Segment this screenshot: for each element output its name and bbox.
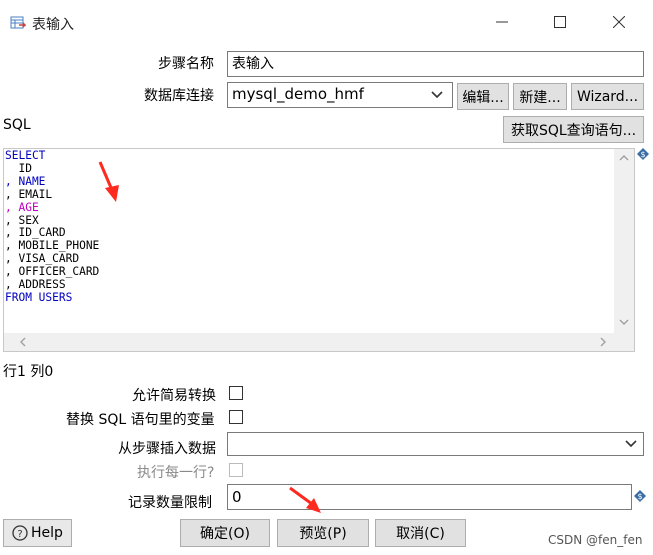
edit-connection-button[interactable]: 编辑... bbox=[457, 83, 509, 110]
sql-line: , ID_CARD bbox=[5, 226, 66, 240]
annotation-arrow-icon bbox=[289, 486, 321, 513]
scroll-right-icon[interactable] bbox=[596, 335, 610, 349]
svg-text:$: $ bbox=[637, 492, 642, 501]
table-input-icon bbox=[10, 16, 26, 29]
maximize-icon bbox=[554, 16, 566, 28]
minimize-icon bbox=[496, 21, 508, 23]
sql-text[interactable]: SELECT ID , NAME , EMAIL , AGE , SEX , I… bbox=[5, 149, 100, 305]
execute-each-row-checkbox[interactable] bbox=[229, 463, 243, 477]
sql-line: SELECT bbox=[5, 149, 46, 162]
close-icon bbox=[613, 16, 625, 28]
sql-line: , ADDRESS bbox=[5, 278, 66, 292]
db-connection-value: mysql_demo_hmf bbox=[232, 85, 364, 103]
close-button[interactable] bbox=[596, 6, 642, 38]
sql-line: , VISA_CARD bbox=[5, 252, 80, 266]
cursor-position: 行1 列0 bbox=[3, 364, 54, 380]
help-button-label: Help bbox=[31, 525, 63, 541]
variable-diamond-icon: $ bbox=[637, 148, 649, 160]
db-connection-label: 数据库连接 bbox=[144, 88, 214, 104]
variable-diamond-icon: $ bbox=[634, 490, 646, 502]
replace-variables-checkbox[interactable] bbox=[229, 410, 243, 424]
scroll-left-icon[interactable] bbox=[16, 335, 30, 349]
wizard-button[interactable]: Wizard... bbox=[571, 83, 644, 110]
step-name-label: 步骤名称 bbox=[158, 56, 214, 72]
chevron-down-icon[interactable] bbox=[431, 89, 443, 101]
sql-line: ID bbox=[5, 161, 32, 175]
sql-line: , OFFICER_CARD bbox=[5, 265, 100, 279]
chevron-down-icon[interactable] bbox=[625, 438, 637, 450]
execute-each-row-label: 执行每一行? bbox=[137, 465, 215, 481]
preview-button[interactable]: 预览(P) bbox=[277, 519, 369, 547]
sql-line: , MOBILE_PHONE bbox=[5, 239, 100, 253]
sql-line: , EMAIL bbox=[5, 187, 53, 201]
lazy-conversion-checkbox[interactable] bbox=[229, 386, 243, 400]
help-icon: ? bbox=[12, 525, 28, 541]
help-button[interactable]: ? Help bbox=[3, 519, 72, 547]
minimize-button[interactable] bbox=[479, 6, 525, 38]
sql-horizontal-scrollbar[interactable] bbox=[4, 333, 634, 351]
replace-variables-label: 替换 SQL 语句里的变量 bbox=[66, 412, 215, 428]
sql-vertical-scrollbar[interactable] bbox=[614, 149, 634, 333]
sql-label: SQL bbox=[3, 117, 31, 133]
sql-line: FROM USERS bbox=[5, 290, 73, 304]
sql-line: , NAME bbox=[5, 174, 46, 188]
get-sql-button[interactable]: 获取SQL查询语句... bbox=[503, 116, 644, 143]
sql-line: , AGE bbox=[5, 200, 39, 214]
svg-text:$: $ bbox=[640, 150, 645, 159]
step-name-input[interactable]: 表输入 bbox=[227, 51, 644, 77]
sql-line: , SEX bbox=[5, 213, 39, 227]
maximize-button[interactable] bbox=[537, 6, 583, 38]
window-title: 表输入 bbox=[32, 17, 74, 33]
svg-text:?: ? bbox=[17, 529, 22, 540]
watermark: CSDN @fen_fen bbox=[548, 533, 643, 547]
insert-from-step-label: 从步骤插入数据 bbox=[118, 441, 216, 457]
lazy-conversion-label: 允许简易转换 bbox=[132, 388, 216, 404]
new-connection-button[interactable]: 新建... bbox=[513, 83, 567, 110]
cancel-button[interactable]: 取消(C) bbox=[375, 519, 466, 547]
scroll-down-icon[interactable] bbox=[614, 315, 634, 329]
db-connection-select[interactable]: mysql_demo_hmf bbox=[227, 82, 453, 108]
insert-from-step-select[interactable] bbox=[227, 432, 644, 456]
ok-button[interactable]: 确定(O) bbox=[180, 519, 270, 547]
scroll-up-icon[interactable] bbox=[614, 151, 634, 165]
limit-label: 记录数量限制 bbox=[128, 495, 212, 511]
annotation-arrow-icon bbox=[98, 161, 119, 202]
